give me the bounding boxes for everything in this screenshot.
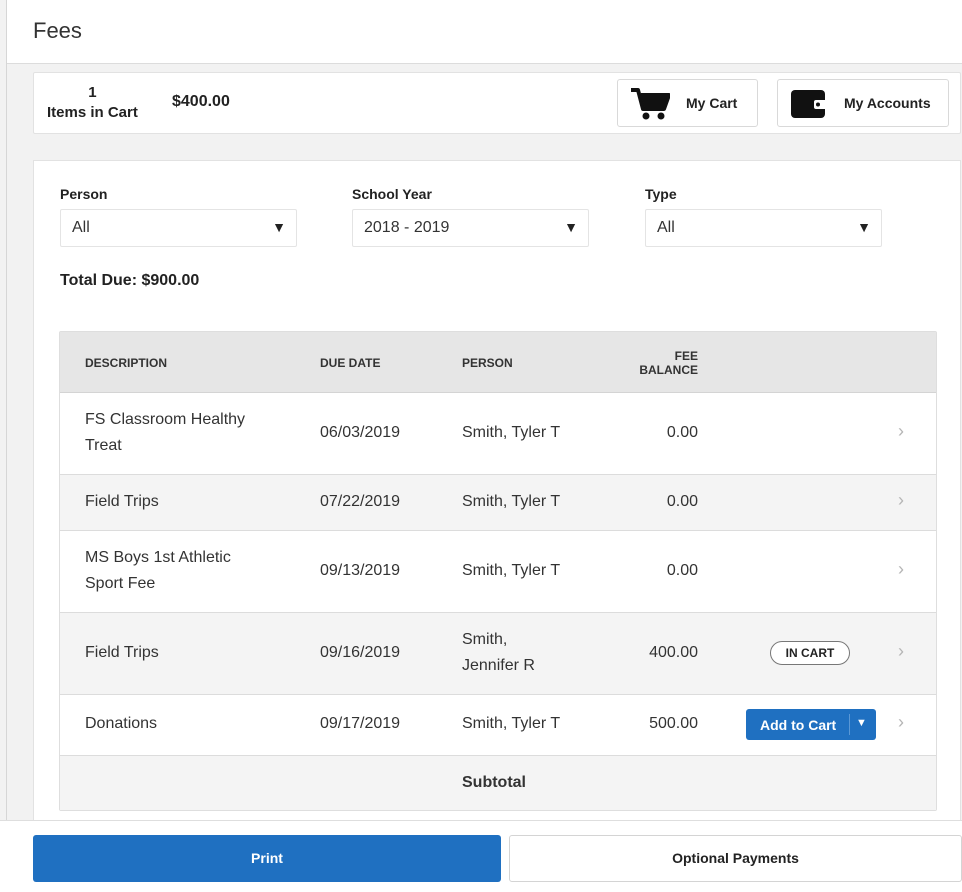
table-header: DESCRIPTION DUE DATE PERSON FEE BALANCE: [60, 332, 936, 393]
table-row[interactable]: Donations 09/17/2019 Smith, Tyler T 500.…: [60, 695, 936, 756]
row-description-line2: Sport Fee: [85, 575, 156, 592]
person-select-value: All: [72, 219, 90, 236]
cart-icon: [631, 88, 670, 120]
row-due-date: 09/16/2019: [320, 644, 401, 661]
row-description: Field Trips: [85, 644, 159, 661]
left-divider: [6, 0, 7, 892]
caret-down-icon[interactable]: ▼: [856, 717, 867, 729]
row-due-date: 09/17/2019: [320, 715, 401, 732]
fees-content-panel: Person All ▼ School Year 2018 - 2019 ▼ T…: [33, 160, 961, 840]
cart-count-label: Items in Cart: [47, 104, 138, 121]
my-cart-button[interactable]: My Cart: [617, 79, 758, 127]
table-row[interactable]: MS Boys 1st Athletic Sport Fee 09/13/201…: [60, 531, 936, 613]
fees-table: DESCRIPTION DUE DATE PERSON FEE BALANCE …: [59, 331, 937, 811]
row-person: Smith, Jennifer R: [462, 627, 535, 679]
chevron-right-icon[interactable]: ›: [898, 641, 904, 662]
my-accounts-button[interactable]: My Accounts: [777, 79, 949, 127]
row-description-line2: Treat: [85, 437, 122, 454]
row-description: Field Trips: [85, 493, 159, 510]
person-filter-label: Person: [60, 186, 108, 202]
cart-summary-bar: 1 Items in Cart $400.00 My Cart My Accou…: [33, 72, 961, 134]
row-due-date: 06/03/2019: [320, 424, 401, 441]
fee-balance-header-line1: FEE: [674, 349, 698, 363]
row-due-date: 09/13/2019: [320, 562, 401, 579]
row-description-line1: MS Boys 1st Athletic: [85, 549, 231, 566]
type-select[interactable]: All ▼: [645, 209, 882, 247]
chevron-right-icon[interactable]: ›: [898, 712, 904, 733]
my-accounts-label: My Accounts: [844, 95, 931, 111]
table-row[interactable]: FS Classroom Healthy Treat 06/03/2019 Sm…: [60, 393, 936, 475]
column-header-person[interactable]: PERSON: [462, 356, 513, 370]
type-filter-label: Type: [645, 186, 677, 202]
cart-count-value: 1: [88, 84, 97, 101]
page-header: Fees: [7, 0, 962, 64]
chevron-right-icon[interactable]: ›: [898, 559, 904, 580]
caret-down-icon: ▼: [857, 219, 871, 235]
cart-item-count: 1 Items in Cart: [47, 83, 138, 123]
page-title: Fees: [33, 18, 82, 43]
table-row[interactable]: Field Trips 09/16/2019 Smith, Jennifer R…: [60, 613, 936, 695]
school-year-select-value: 2018 - 2019: [364, 219, 450, 236]
row-fee-balance: 0.00: [666, 562, 698, 579]
row-fee-balance: 500.00: [649, 715, 698, 732]
row-description: FS Classroom Healthy Treat: [85, 407, 245, 459]
row-person: Smith, Tyler T: [462, 493, 561, 510]
person-select[interactable]: All ▼: [60, 209, 297, 247]
row-person: Smith, Tyler T: [462, 562, 561, 579]
row-person: Smith, Tyler T: [462, 715, 561, 732]
row-description: MS Boys 1st Athletic Sport Fee: [85, 545, 231, 597]
row-description: Donations: [85, 715, 158, 732]
my-cart-label: My Cart: [686, 95, 738, 111]
column-header-description[interactable]: DESCRIPTION: [85, 356, 167, 370]
school-year-filter-label: School Year: [352, 186, 432, 202]
row-fee-balance: 0.00: [666, 424, 698, 441]
table-row[interactable]: Field Trips 07/22/2019 Smith, Tyler T 0.…: [60, 475, 936, 531]
split-divider: [849, 714, 850, 735]
row-person-line1: Smith,: [462, 631, 508, 648]
row-person: Smith, Tyler T: [462, 424, 561, 441]
row-description-line1: FS Classroom Healthy: [85, 411, 246, 428]
column-header-fee-balance[interactable]: FEE BALANCE: [630, 349, 698, 377]
row-fee-balance: 400.00: [649, 644, 698, 661]
column-header-due-date[interactable]: DUE DATE: [320, 356, 380, 370]
school-year-select[interactable]: 2018 - 2019 ▼: [352, 209, 589, 247]
caret-down-icon: ▼: [564, 219, 578, 235]
add-to-cart-button[interactable]: Add to Cart ▼: [746, 709, 876, 740]
row-person-line2: Jennifer R: [462, 657, 535, 674]
type-select-value: All: [657, 219, 675, 236]
caret-down-icon: ▼: [272, 219, 286, 235]
footer-action-bar: Print Optional Payments: [0, 820, 962, 892]
add-to-cart-label: Add to Cart: [760, 717, 837, 733]
chevron-right-icon[interactable]: ›: [898, 490, 904, 511]
row-fee-balance: 0.00: [666, 493, 698, 510]
print-button[interactable]: Print: [33, 835, 501, 882]
wallet-icon: [791, 90, 827, 118]
row-due-date: 07/22/2019: [320, 493, 401, 510]
total-due: Total Due: $900.00: [60, 272, 200, 289]
cart-total: $400.00: [172, 93, 230, 110]
subtotal-label: Subtotal: [462, 774, 526, 791]
fee-balance-header-line2: BALANCE: [639, 363, 698, 377]
subtotal-row: Subtotal: [60, 756, 936, 810]
optional-payments-button[interactable]: Optional Payments: [509, 835, 962, 882]
in-cart-badge: IN CART: [770, 641, 850, 665]
chevron-right-icon[interactable]: ›: [898, 421, 904, 442]
